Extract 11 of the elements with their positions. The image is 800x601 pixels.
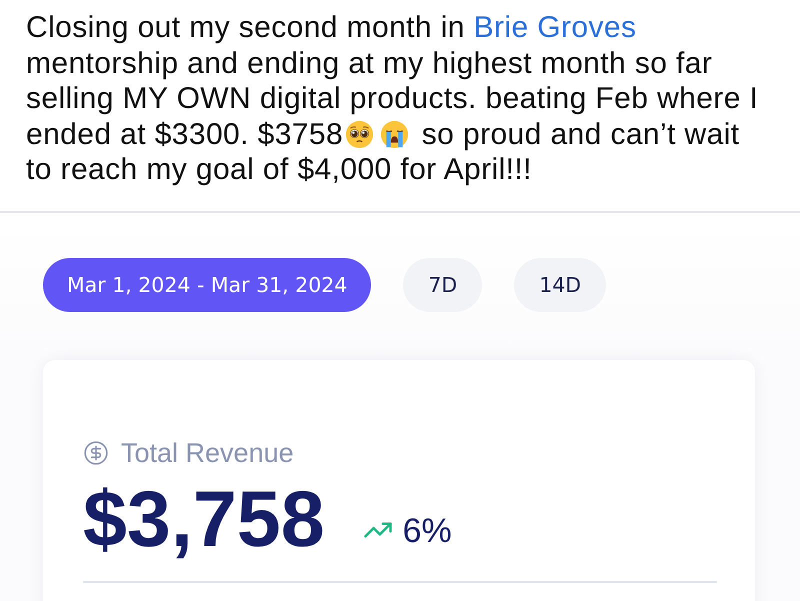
date-range-tab[interactable]: 7D [403, 258, 482, 312]
crying-face-icon [380, 120, 410, 148]
pleading-face-icon [345, 120, 374, 148]
change-percent: 6% [402, 512, 452, 550]
date-range-tab[interactable]: 14D [514, 258, 606, 312]
date-range-tab[interactable]: Mar 1, 2024 - Mar 31, 2024 [43, 258, 372, 312]
post-text: Closing out my second month in Brie Groves mentorship and ending at my highest month so far selling MY OWN digital products. beating Feb where I ended at $3300. $3758 so proud and can’t wait to reach my goal of $4,000 for April!!! [25, 10, 760, 188]
dollar-icon [83, 440, 109, 466]
revenue-value: $3,758 [83, 474, 325, 562]
metric-label: Total Revenue [121, 438, 294, 468]
mentor-link[interactable]: Brie Groves [474, 11, 636, 44]
